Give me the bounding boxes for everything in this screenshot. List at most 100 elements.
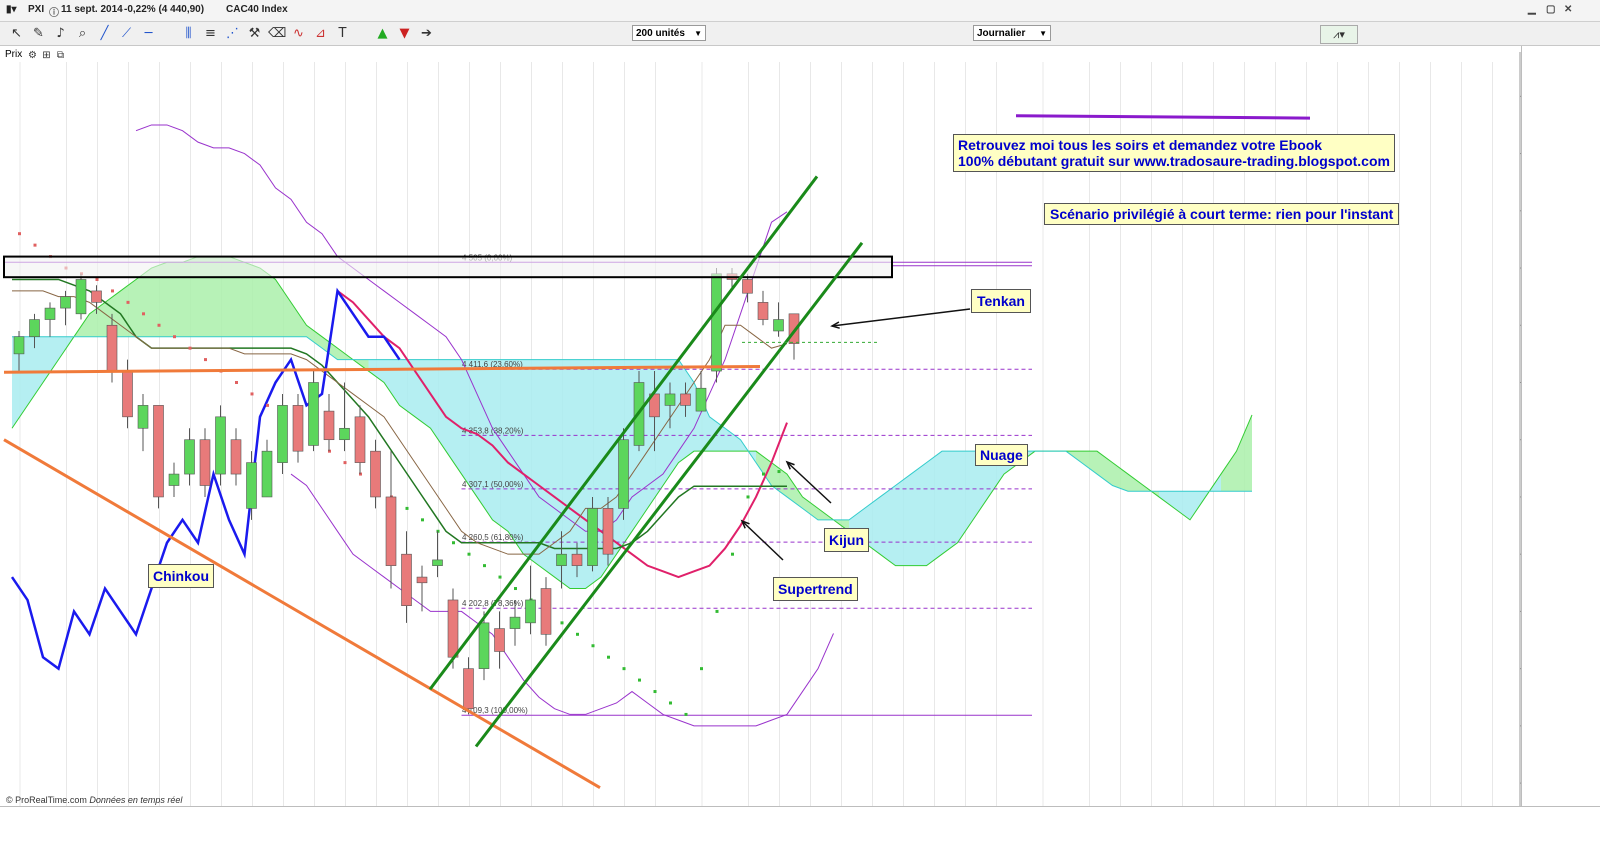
supertrend-dot	[18, 232, 21, 236]
candle-down	[680, 393, 691, 406]
candle-down	[370, 450, 381, 498]
candle-down	[385, 496, 397, 566]
ebook-line-2: 100% débutant gratuit sur www.tradosaure…	[958, 153, 1390, 169]
supertrend-dot	[591, 644, 595, 648]
candle-down	[540, 588, 552, 635]
candle-up	[478, 622, 490, 669]
bell-icon[interactable]: ♪	[52, 25, 69, 42]
supertrend-dot	[142, 312, 145, 316]
candle-up	[60, 296, 71, 309]
candle-up	[432, 559, 443, 566]
zoom-icon[interactable]: ⌕	[74, 25, 91, 42]
line-icon[interactable]: ╱	[96, 25, 113, 42]
cloud-segment	[523, 359, 539, 566]
supertrend-dot	[126, 300, 130, 304]
triangle-icon[interactable]: ⊿	[312, 25, 329, 42]
wave-icon[interactable]: ∿	[290, 25, 307, 42]
candle-up	[695, 387, 707, 412]
trash-icon[interactable]: ⌫	[268, 25, 286, 42]
candle-down	[91, 290, 102, 303]
text-icon[interactable]: T	[334, 25, 351, 42]
candle-up	[556, 553, 567, 566]
minimize-icon[interactable]: ▁	[1528, 4, 1536, 15]
candle-down	[199, 439, 211, 486]
price-axis[interactable]	[1521, 46, 1600, 806]
supertrend-dot	[560, 621, 564, 625]
close-icon[interactable]: ✕	[1564, 4, 1572, 15]
candle-up	[137, 405, 149, 429]
toolbar: ↖ ✎ ♪ ⌕ ╱ ⟋ ─ ⫼ ≡ ⋰ ⚒ ⌫ ∿ ⊿ T ▲ ▼ ➔ 200 …	[0, 22, 1600, 46]
supertrend-dot	[204, 358, 207, 362]
supertrend-dot	[700, 667, 703, 671]
fibonacci-icon[interactable]: ≡	[202, 25, 219, 42]
title-bar: ▮▾ PXI ⓘ 11 sept. 2014 -0,22% (4 440,90)…	[0, 0, 1600, 22]
tools-icon[interactable]: ⚒	[246, 25, 263, 42]
chinkou-label: Chinkou	[148, 564, 214, 588]
credit-note: Données en temps réel	[89, 795, 183, 805]
supertrend-dot	[111, 289, 114, 293]
period-select[interactable]: Journalier ▼	[973, 25, 1051, 41]
supertrend-dot	[188, 346, 192, 350]
duplicate-icon[interactable]: ⧉	[52, 47, 69, 64]
units-select-value: 200 unités	[636, 28, 685, 39]
candle-down	[416, 576, 428, 584]
scenario-note: Scénario privilégié à court terme: rien …	[1044, 203, 1400, 225]
supertrend-dot	[669, 701, 672, 705]
candle-up	[44, 307, 56, 320]
candle-up	[587, 508, 598, 566]
supertrend-dot	[266, 403, 269, 407]
price-chart[interactable]: juil.04081014161822242830août05071113151…	[0, 0, 1600, 841]
candle-down	[323, 410, 335, 441]
candle-down	[401, 553, 412, 606]
candle-up	[261, 450, 273, 498]
ray-icon[interactable]: ⟋	[118, 25, 135, 42]
menu-icon[interactable]: ▮▾	[6, 4, 17, 15]
supertrend-dot	[607, 655, 610, 659]
supertrend-dot	[467, 552, 471, 556]
period-select-value: Journalier	[977, 28, 1026, 39]
date-label: 11 sept. 2014	[61, 4, 123, 15]
kijun-label: Kijun	[824, 528, 869, 552]
candle-up	[246, 462, 257, 509]
candle-up	[215, 416, 226, 475]
candle-up	[308, 382, 319, 446]
chart-style-icon[interactable]: ⩘▾	[1320, 25, 1358, 44]
ebook-note: Retrouvez moi tous les soirs et demandez…	[953, 134, 1395, 172]
units-select[interactable]: 200 unités ▼	[632, 25, 706, 41]
time-axis[interactable]	[0, 806, 1600, 842]
supertrend-dot	[452, 541, 455, 545]
cloud-segment	[926, 451, 942, 566]
info-icon[interactable]: ⓘ	[49, 4, 59, 19]
candle-down	[742, 279, 753, 294]
ebook-line-1: Retrouvez moi tous les soirs et demandez…	[958, 137, 1323, 153]
candle-down	[571, 553, 583, 566]
candle-down	[447, 599, 459, 658]
credit-line: © ProRealTime.com Données en temps réel	[6, 795, 182, 805]
cloud-segment	[508, 359, 524, 555]
supertrend-dot	[731, 552, 734, 556]
candle-down	[122, 370, 133, 418]
buy-arrow-icon[interactable]: ▲	[374, 25, 391, 42]
chevron-down-icon: ▼	[694, 29, 702, 38]
candle-up	[773, 319, 784, 332]
panel-header: Prix ⚙ ⊞ ⧉	[0, 46, 1520, 63]
sell-arrow-icon[interactable]: ▼	[396, 25, 413, 42]
candle-up	[711, 273, 722, 372]
supertrend-dot	[33, 243, 37, 247]
candle-up	[339, 427, 350, 441]
cloud-segment	[911, 462, 927, 566]
maximize-icon[interactable]: ▢	[1546, 4, 1555, 15]
fib-label: 4 260,5 (61,80%)	[462, 533, 524, 542]
candle-up	[168, 473, 180, 486]
right-arrow-icon[interactable]: ➔	[418, 25, 435, 42]
candle-down	[757, 302, 769, 320]
hline-icon[interactable]: ─	[140, 25, 157, 42]
candle-down	[463, 668, 474, 710]
candle-up	[29, 319, 40, 338]
nuage-label: Nuage	[975, 444, 1028, 466]
vlines-icon[interactable]: ⫼	[180, 25, 197, 42]
pointer-icon[interactable]: ↖	[8, 25, 25, 42]
ruler-icon[interactable]: ✎	[30, 25, 47, 42]
candle-down	[230, 439, 242, 475]
fan-icon[interactable]: ⋰	[224, 25, 241, 42]
